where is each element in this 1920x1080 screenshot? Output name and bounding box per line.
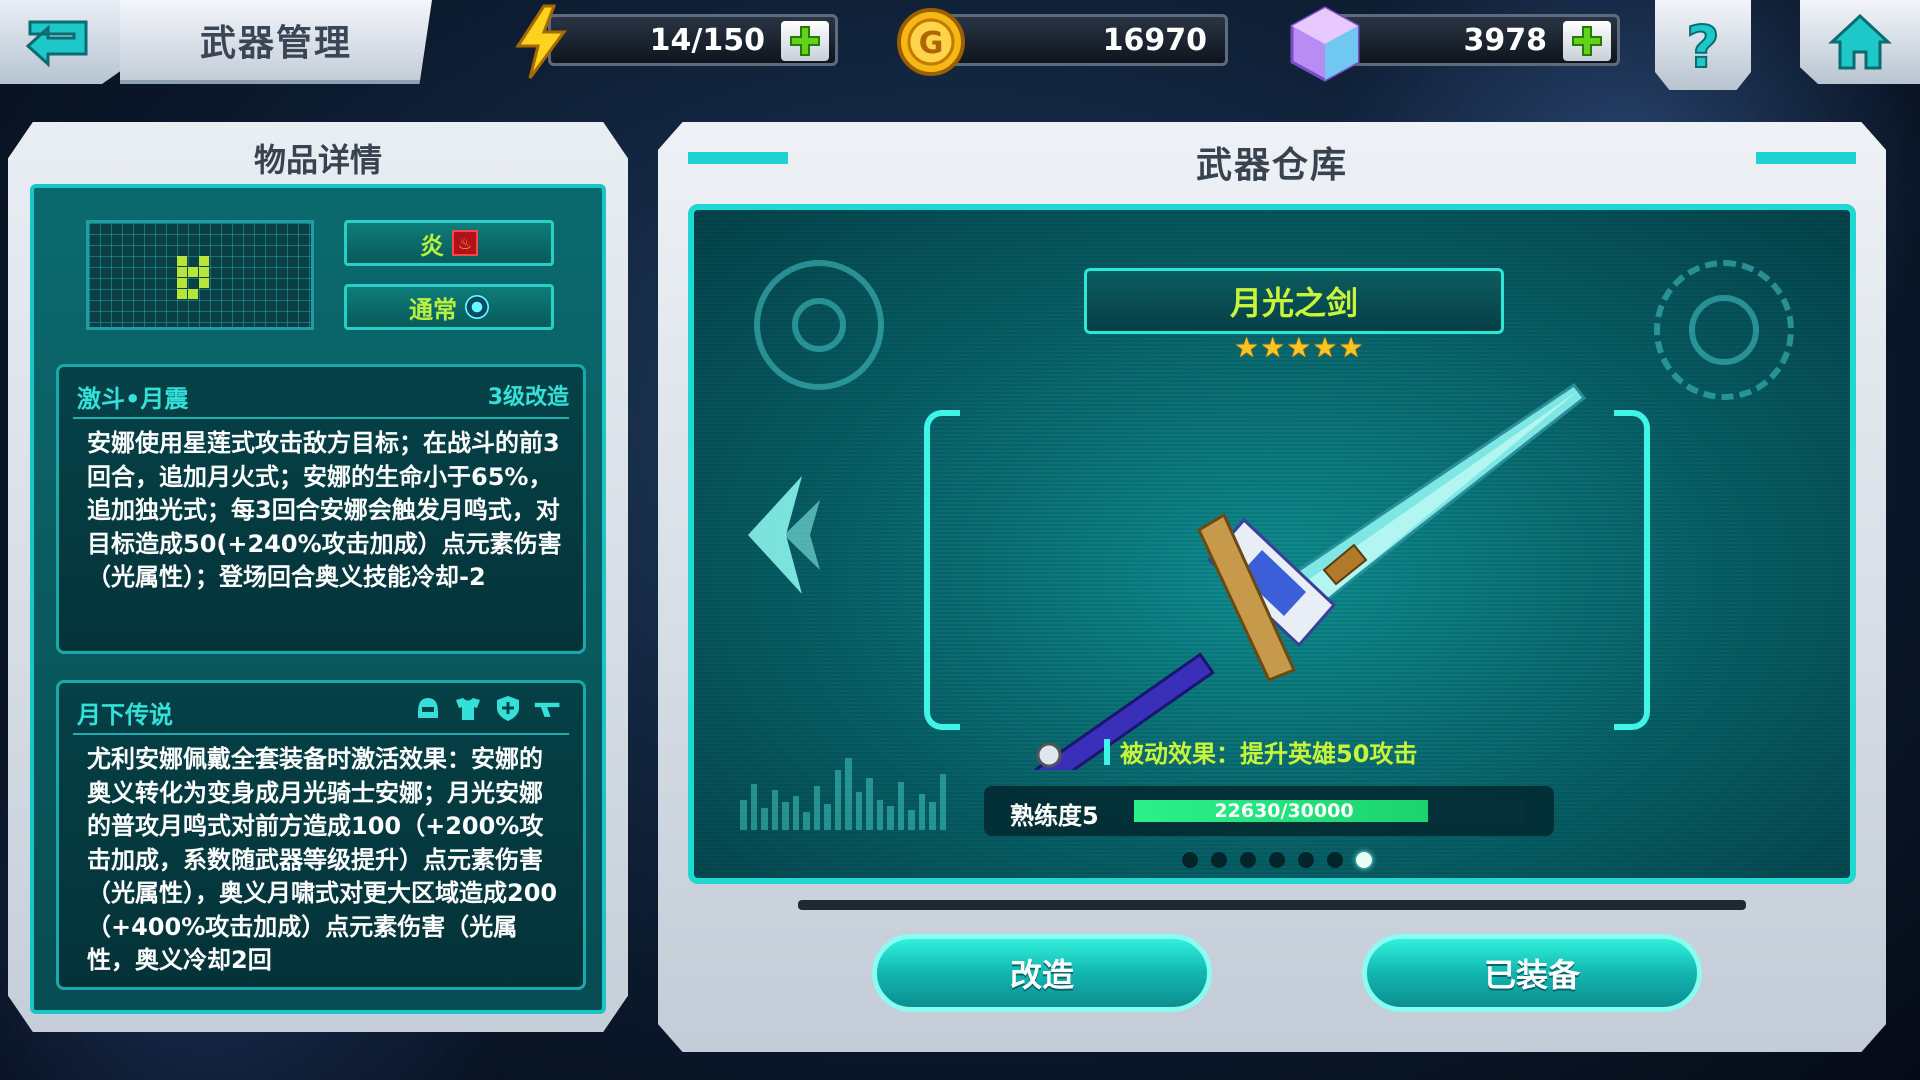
skill-section: 激斗•月震 3级改造 安娜使用星莲式攻击敌方目标；在战斗的前3回合，追加月火式；… [56,364,586,654]
back-arrow-icon [25,20,88,68]
equipped-button[interactable]: 已装备 [1362,934,1702,1012]
moonlight-sword-image [1034,382,1587,770]
element-label: 炎 [420,231,444,260]
page-title: 武器管理 [199,23,352,64]
question-mark-icon: ? [1685,15,1721,75]
star-icon: ★ [1286,331,1312,364]
star-icon: ★ [1338,331,1364,364]
set-bonus-name: 月下传说 [77,701,173,729]
gem-value: 3978 [1463,22,1548,58]
upgrade-button[interactable]: 改造 [872,934,1212,1012]
page-dot[interactable] [1327,852,1343,868]
back-button[interactable] [0,0,120,84]
weapon-page-indicator [1182,852,1372,868]
weapon-pixel-icon [86,220,314,330]
weapon-armory-panel: 武器仓库 月光之剑 ★ ★ ★ ★ ★ 被动效果：提升英雄50攻击 熟练度5 2… [658,122,1886,1052]
gold-coin-icon: G [897,8,965,76]
display-bracket-right [1614,410,1650,730]
equalizer-deco [740,750,946,830]
home-icon [1828,13,1892,70]
passive-effect: 被动效果：提升英雄50攻击 [1104,734,1417,769]
proficiency-bar-container: 熟练度5 22630/30000 [984,786,1554,836]
passive-effect-text: 被动效果：提升英雄50攻击 [1120,740,1418,768]
divider-bar [798,900,1746,910]
page-dot[interactable] [1182,852,1198,868]
proficiency-value: 22630/30000 [1214,800,1354,822]
skill-description: 安娜使用星莲式攻击敌方目标；在战斗的前3回合，追加月火式；安娜的生命小于65%，… [87,429,562,591]
home-button[interactable] [1800,0,1920,84]
page-dot[interactable] [1269,852,1285,868]
top-bar: 武器管理 14/150 16970 G 3978 ? [0,0,1920,96]
armory-title: 武器仓库 [1195,145,1348,186]
gold-value: 16970 [1102,22,1207,58]
skill-level: 3级改造 [487,385,569,410]
helmet-icon [413,693,443,723]
help-button[interactable]: ? [1655,0,1751,90]
add-gems-button[interactable] [1563,21,1611,61]
page-dot[interactable] [1298,852,1314,868]
divider [73,417,569,419]
weapon-display-screen: 月光之剑 ★ ★ ★ ★ ★ 被动效果：提升英雄50攻击 熟练度5 22630/… [688,204,1856,884]
add-energy-button[interactable] [781,21,829,61]
page-title-plate: 武器管理 [120,0,432,84]
energy-counter: 14/150 [548,14,838,66]
gear-deco [1689,295,1759,365]
fire-element-icon: ♨ [452,230,478,256]
armor-icon [453,693,483,723]
set-piece-icons [413,693,563,723]
page-dot[interactable] [1240,852,1256,868]
proficiency-label: 熟练度5 [1010,802,1099,830]
gem-counter: 3978 [1330,14,1620,66]
weapon-star-rating: ★ ★ ★ ★ ★ [1234,334,1364,362]
star-icon: ★ [1260,331,1286,364]
page-dot[interactable] [1211,852,1227,868]
previous-weapon-button[interactable] [742,470,822,600]
plus-icon [1572,26,1602,56]
lightning-icon [515,4,567,79]
set-bonus-section[interactable]: 月下传说 尤利安娜佩戴全套装备时激活效果：安娜的奥义转化为变身成月光骑士安娜；月… [56,680,586,990]
upgrade-button-label: 改造 [1009,956,1074,994]
element-tag: 炎 ♨ [344,220,554,266]
normal-rarity-icon [465,295,489,319]
chevron-left-icon [748,476,820,594]
weapon-name: 月光之剑 [1229,284,1358,322]
passive-marker [1104,738,1110,765]
item-details-header: 物品详情 [8,130,628,186]
item-details-panel: 物品详情 炎 ♨ 通常 激斗•月震 3级改造 安娜使用星莲式攻击敌方目标；在战斗… [8,122,628,1032]
svg-text:G: G [919,26,944,61]
star-icon: ★ [1312,331,1338,364]
armory-header: 武器仓库 [658,134,1886,190]
item-details-content: 炎 ♨ 通常 激斗•月震 3级改造 安娜使用星莲式攻击敌方目标；在战斗的前3回合… [30,184,606,1014]
svg-text:?: ? [1686,15,1720,75]
star-icon: ★ [1234,331,1260,364]
energy-value: 14/150 [649,22,765,58]
gold-counter: 16970 [922,14,1228,66]
gem-icon [1290,6,1360,82]
divider [73,733,569,735]
weapon-name-plate: 月光之剑 [1084,268,1504,334]
equipped-button-label: 已装备 [1483,956,1580,994]
crosshair-deco [792,298,846,352]
rarity-label: 通常 [409,295,457,324]
item-details-title: 物品详情 [253,141,382,179]
rarity-tag: 通常 [344,284,554,330]
gun-icon [533,693,563,723]
set-bonus-description: 尤利安娜佩戴全套装备时激活效果：安娜的奥义转化为变身成月光骑士安娜；月光安娜的普… [87,745,558,974]
skill-name: 激斗•月震 [77,385,189,413]
plus-icon [790,26,820,56]
display-bracket-left [924,410,960,730]
shield-icon [493,693,523,723]
page-dot[interactable] [1356,852,1372,868]
